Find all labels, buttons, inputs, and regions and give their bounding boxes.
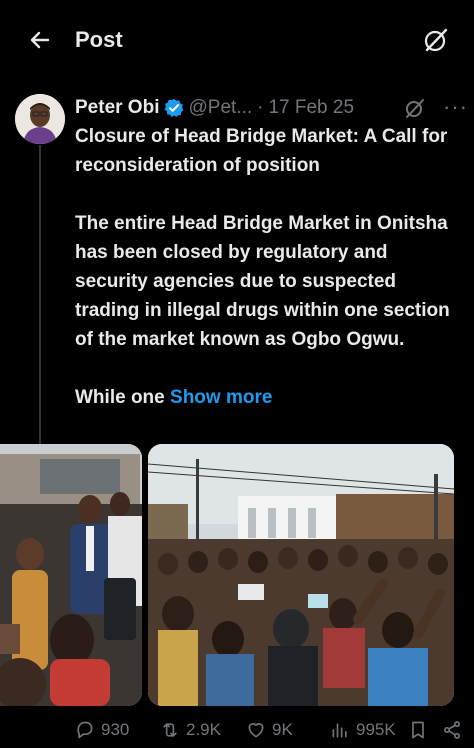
page-title: Post bbox=[75, 27, 123, 52]
bookmark-button[interactable] bbox=[408, 718, 428, 742]
show-more-link[interactable]: Show more bbox=[170, 387, 272, 408]
avatar[interactable] bbox=[15, 94, 65, 144]
post-image[interactable] bbox=[0, 444, 142, 706]
separator-dot: · bbox=[257, 97, 264, 118]
thread-line bbox=[39, 145, 41, 445]
post-paragraph: Closure of Head Bridge Market: A Call fo… bbox=[75, 126, 448, 176]
post-media bbox=[0, 444, 474, 706]
like-button[interactable]: 9K bbox=[246, 718, 293, 742]
post-text-prefix: While one bbox=[75, 387, 165, 408]
grok-icon[interactable] bbox=[403, 96, 427, 120]
post-meta: Peter Obi @Pet... · 17 Feb 25 ··· bbox=[75, 94, 468, 122]
top-bar: Post bbox=[0, 0, 474, 80]
back-arrow-icon[interactable] bbox=[26, 26, 54, 54]
post-paragraph-truncated: While one Show more bbox=[75, 383, 465, 412]
post-text: Closure of Head Bridge Market: A Call fo… bbox=[75, 122, 465, 412]
repost-icon bbox=[163, 723, 177, 737]
views-button[interactable]: 995K bbox=[330, 718, 396, 742]
author-handle[interactable]: @Pet... bbox=[188, 97, 252, 119]
verified-badge-icon bbox=[164, 98, 184, 118]
reply-icon bbox=[77, 721, 93, 739]
share-icon bbox=[444, 721, 460, 739]
views-icon bbox=[332, 723, 347, 738]
repost-button[interactable]: 2.9K bbox=[160, 718, 221, 742]
share-button[interactable] bbox=[442, 718, 462, 742]
author-name[interactable]: Peter Obi bbox=[75, 97, 159, 119]
bookmark-icon bbox=[412, 721, 424, 739]
like-icon bbox=[248, 722, 264, 738]
post-paragraph: The entire Head Bridge Market in Onitsha… bbox=[75, 213, 450, 350]
post-image[interactable] bbox=[148, 444, 454, 706]
repost-count: 2.9K bbox=[186, 720, 221, 739]
reply-button[interactable]: 930 bbox=[75, 718, 129, 742]
reply-count: 930 bbox=[101, 720, 130, 739]
post-date[interactable]: 17 Feb 25 bbox=[268, 97, 354, 119]
grok-icon[interactable] bbox=[422, 26, 450, 54]
like-count: 9K bbox=[272, 720, 293, 739]
action-bar: 930 2.9K 9K 995K bbox=[0, 712, 474, 748]
more-icon[interactable]: ··· bbox=[443, 96, 468, 118]
views-count: 995K bbox=[356, 720, 396, 739]
